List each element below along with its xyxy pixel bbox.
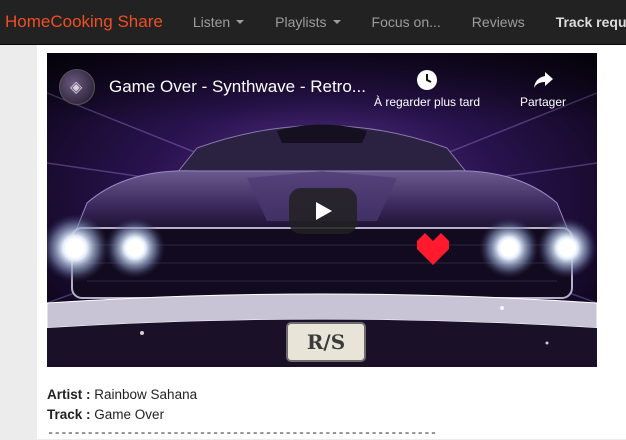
caret-down-icon [236, 20, 245, 24]
text-divider: ----------------------------------------… [47, 426, 437, 440]
watch-later-button[interactable]: À regarder plus tard [374, 69, 480, 109]
watch-later-label: À regarder plus tard [374, 95, 481, 109]
track-value: Game Over [94, 407, 165, 422]
nav-listen-label: Listen [192, 14, 231, 30]
track-row: Track : Game Over [47, 405, 197, 425]
share-icon [534, 72, 554, 88]
track-info: Artist : Rainbow Sahana Track : Game Ove… [47, 385, 197, 425]
caret-down-icon [332, 20, 341, 24]
nav-playlists-label: Playlists [275, 14, 327, 30]
artist-label: Artist : [47, 387, 91, 402]
channel-avatar[interactable]: ◈ [59, 69, 95, 105]
video-title[interactable]: Game Over - Synthwave - Retro... [109, 77, 366, 97]
share-button[interactable]: Partager [520, 69, 566, 109]
license-plate-text: R/S [307, 330, 345, 354]
main-content: R/S ◈ Game Over - Synthwave - Retro... À… [37, 45, 626, 440]
top-navbar: HomeCooking Share Listen Playlists Focus… [0, 0, 626, 45]
youtube-embed[interactable]: R/S ◈ Game Over - Synthwave - Retro... À… [47, 53, 597, 367]
nav-listen[interactable]: Listen [192, 14, 245, 30]
artist-value: Rainbow Sahana [94, 387, 198, 402]
clock-icon [417, 70, 438, 90]
nav-track-requests[interactable]: Track requ [556, 14, 626, 30]
play-icon [316, 202, 332, 220]
share-label: Partager [520, 95, 567, 109]
play-button[interactable] [289, 188, 357, 234]
avatar-icon: ◈ [70, 77, 83, 96]
artist-row: Artist : Rainbow Sahana [47, 385, 197, 405]
brand-link[interactable]: HomeCooking Share [5, 12, 163, 32]
nav-reviews[interactable]: Reviews [472, 14, 525, 30]
track-label: Track : [47, 407, 91, 422]
nav-playlists[interactable]: Playlists [275, 14, 341, 30]
nav-focus-on[interactable]: Focus on... [372, 14, 441, 30]
